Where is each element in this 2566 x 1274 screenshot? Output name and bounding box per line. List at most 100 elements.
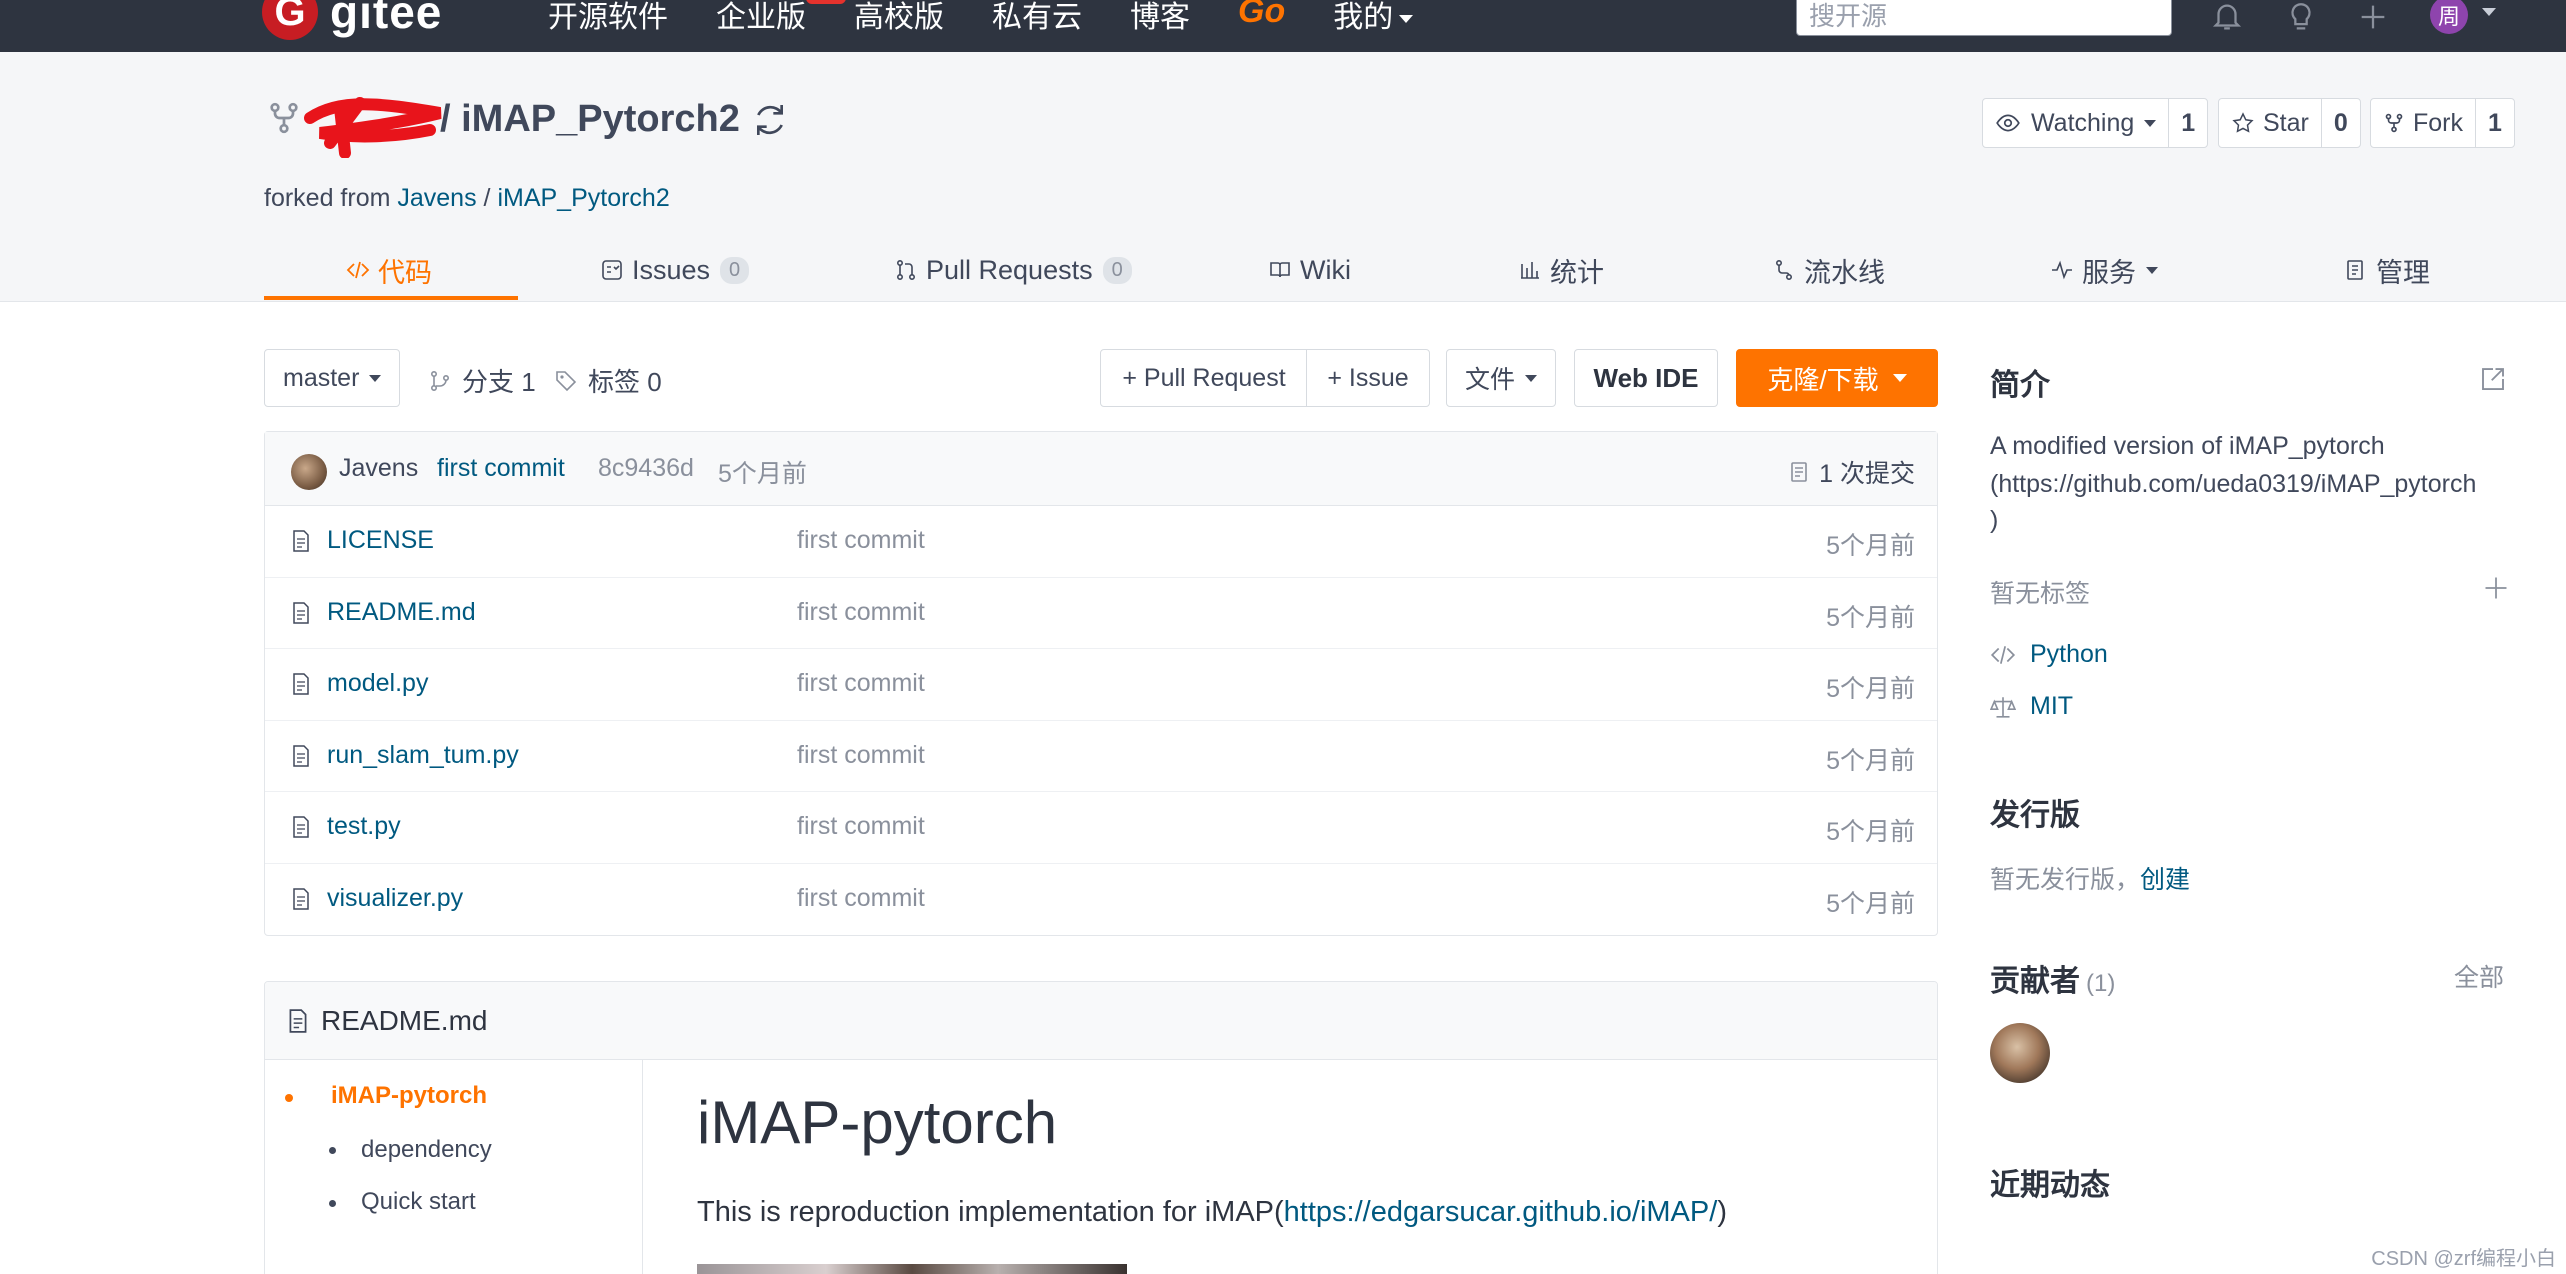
- watch-button[interactable]: Watching: [1983, 99, 2170, 147]
- all-contributors-link[interactable]: 全部: [2454, 958, 2504, 994]
- toc-item[interactable]: dependency: [361, 1136, 492, 1164]
- nav-link-enterprise[interactable]: 企业版: [716, 0, 846, 36]
- commit-hash[interactable]: 8c9436d: [598, 454, 694, 483]
- file-commit-message[interactable]: first commit: [797, 812, 925, 841]
- branch-select[interactable]: master: [264, 349, 400, 407]
- tab-code[interactable]: 代码: [346, 238, 432, 302]
- search-input[interactable]: 搜开源: [1796, 0, 2172, 36]
- tab-wiki[interactable]: Wiki: [1268, 238, 1351, 302]
- plus-icon[interactable]: [2482, 574, 2510, 602]
- tab-stats[interactable]: 统计: [1518, 238, 1604, 302]
- active-tab-indicator: [264, 296, 518, 300]
- admin-icon: [2347, 260, 2363, 280]
- tags-link[interactable]: 标签 0: [554, 362, 662, 399]
- hot-badge: [806, 0, 846, 4]
- commit-count-link[interactable]: 1 次提交: [1787, 454, 1915, 490]
- nav-link-mine[interactable]: 我的: [1333, 0, 1414, 36]
- lightbulb-icon[interactable]: [2284, 0, 2318, 34]
- chevron-down-icon: [1892, 374, 1907, 382]
- file-name-link[interactable]: run_slam_tum.py: [327, 741, 519, 770]
- redaction-scribble: [304, 97, 442, 158]
- fork-icon: [270, 102, 298, 134]
- table-row[interactable]: visualizer.py first commit 5个月前: [265, 864, 1937, 936]
- chevron-down-icon[interactable]: [2482, 8, 2496, 16]
- toc-item[interactable]: iMAP-pytorch: [331, 1082, 487, 1110]
- contributors-title: 贡献者: [1990, 965, 2080, 998]
- plus-icon[interactable]: [2356, 0, 2390, 34]
- file-commit-message[interactable]: first commit: [797, 884, 925, 913]
- table-row[interactable]: model.py first commit 5个月前: [265, 649, 1937, 721]
- file-name-link[interactable]: LICENSE: [327, 526, 434, 555]
- fork-count[interactable]: 1: [2476, 99, 2514, 147]
- star-button[interactable]: Star: [2219, 99, 2322, 147]
- commit-message[interactable]: first commit: [437, 454, 565, 483]
- file-icon: [293, 744, 309, 767]
- watch-label: Watching: [2031, 108, 2135, 137]
- file-name-link[interactable]: README.md: [327, 598, 476, 627]
- nav-link-private-cloud[interactable]: 私有云: [992, 0, 1082, 36]
- clone-download-button[interactable]: 克隆/下载: [1736, 349, 1938, 407]
- table-row[interactable]: LICENSE first commit 5个月前: [265, 506, 1937, 578]
- language-row[interactable]: Python: [1990, 640, 2108, 669]
- toc-item[interactable]: Quick start: [361, 1188, 476, 1216]
- toc-bullet: [329, 1147, 336, 1154]
- sync-icon[interactable]: [750, 100, 790, 140]
- web-ide-button[interactable]: Web IDE: [1574, 349, 1718, 407]
- watch-count[interactable]: 1: [2169, 99, 2207, 147]
- file-name-link[interactable]: model.py: [327, 669, 428, 698]
- gitee-logo-text: gitee: [330, 0, 443, 38]
- new-pull-request-button[interactable]: + Pull Request: [1100, 349, 1308, 407]
- chevron-down-icon: [2146, 266, 2158, 274]
- pipeline-icon: [1776, 259, 1793, 280]
- readme-intro-link[interactable]: https://edgarsucar.github.io/iMAP/: [1284, 1196, 1718, 1228]
- forked-repo-link[interactable]: iMAP_Pytorch2: [497, 184, 669, 212]
- star-count[interactable]: 0: [2322, 99, 2360, 147]
- repo-title[interactable]: / iMAP_Pytorch2: [440, 98, 740, 141]
- tab-admin[interactable]: 管理: [2344, 238, 2430, 302]
- file-commit-message[interactable]: first commit: [797, 526, 925, 555]
- file-name-link[interactable]: visualizer.py: [327, 884, 463, 913]
- file-commit-time: 5个月前: [1826, 675, 1915, 703]
- table-row[interactable]: README.md first commit 5个月前: [265, 578, 1937, 649]
- readme-header: README.md: [265, 982, 1937, 1060]
- tab-issues[interactable]: Issues 0: [600, 238, 750, 302]
- watch-button-group: Watching 1: [1982, 98, 2209, 148]
- forked-owner-link[interactable]: Javens: [397, 184, 476, 212]
- commit-author[interactable]: Javens: [339, 454, 418, 483]
- fork-button[interactable]: Fork: [2371, 99, 2476, 147]
- bell-icon[interactable]: [2210, 0, 2244, 34]
- tab-pipeline[interactable]: 流水线: [1772, 238, 1885, 302]
- nav-link-blog[interactable]: 博客: [1130, 0, 1190, 36]
- avatar[interactable]: [1990, 1023, 2050, 1083]
- readme-intro: This is reproduction implementation for …: [697, 1196, 1727, 1229]
- nav-link-opensource[interactable]: 开源软件: [548, 0, 668, 36]
- file-commit-message[interactable]: first commit: [797, 669, 925, 698]
- table-row[interactable]: test.py first commit 5个月前: [265, 792, 1937, 864]
- table-row[interactable]: run_slam_tum.py first commit 5个月前: [265, 721, 1937, 792]
- fork-button-group: Fork 1: [2370, 98, 2515, 148]
- nav-link-mine-label: 我的: [1333, 1, 1394, 34]
- file-commit-time: 5个月前: [1826, 818, 1915, 846]
- readme-intro-text: This is reproduction implementation for …: [697, 1196, 1284, 1228]
- avatar[interactable]: [291, 454, 327, 490]
- star-icon: [2232, 112, 2254, 133]
- new-issue-button[interactable]: + Issue: [1306, 349, 1430, 407]
- file-commit-message[interactable]: first commit: [797, 741, 925, 770]
- edit-icon[interactable]: [2478, 364, 2508, 394]
- file-menu-label: 文件: [1464, 366, 1515, 394]
- user-avatar[interactable]: 周: [2430, 0, 2468, 34]
- license-link: MIT: [2030, 692, 2074, 720]
- tab-services[interactable]: 服务: [2050, 238, 2158, 302]
- branches-link[interactable]: 分支 1: [428, 362, 536, 399]
- file-menu-button[interactable]: 文件: [1446, 349, 1556, 407]
- tab-wiki-label: Wiki: [1300, 254, 1351, 285]
- nav-link-education[interactable]: 高校版: [854, 0, 944, 36]
- file-name-link[interactable]: test.py: [327, 812, 401, 841]
- gitee-logo[interactable]: G gitee: [262, 0, 442, 40]
- license-row[interactable]: MIT: [1990, 692, 2073, 721]
- file-commit-message[interactable]: first commit: [797, 598, 925, 627]
- tab-pull-requests[interactable]: Pull Requests 0: [894, 238, 1132, 302]
- eye-icon: [1996, 114, 2020, 132]
- create-release-link[interactable]: 创建: [2140, 866, 2190, 894]
- nav-link-go[interactable]: Go: [1238, 0, 1285, 36]
